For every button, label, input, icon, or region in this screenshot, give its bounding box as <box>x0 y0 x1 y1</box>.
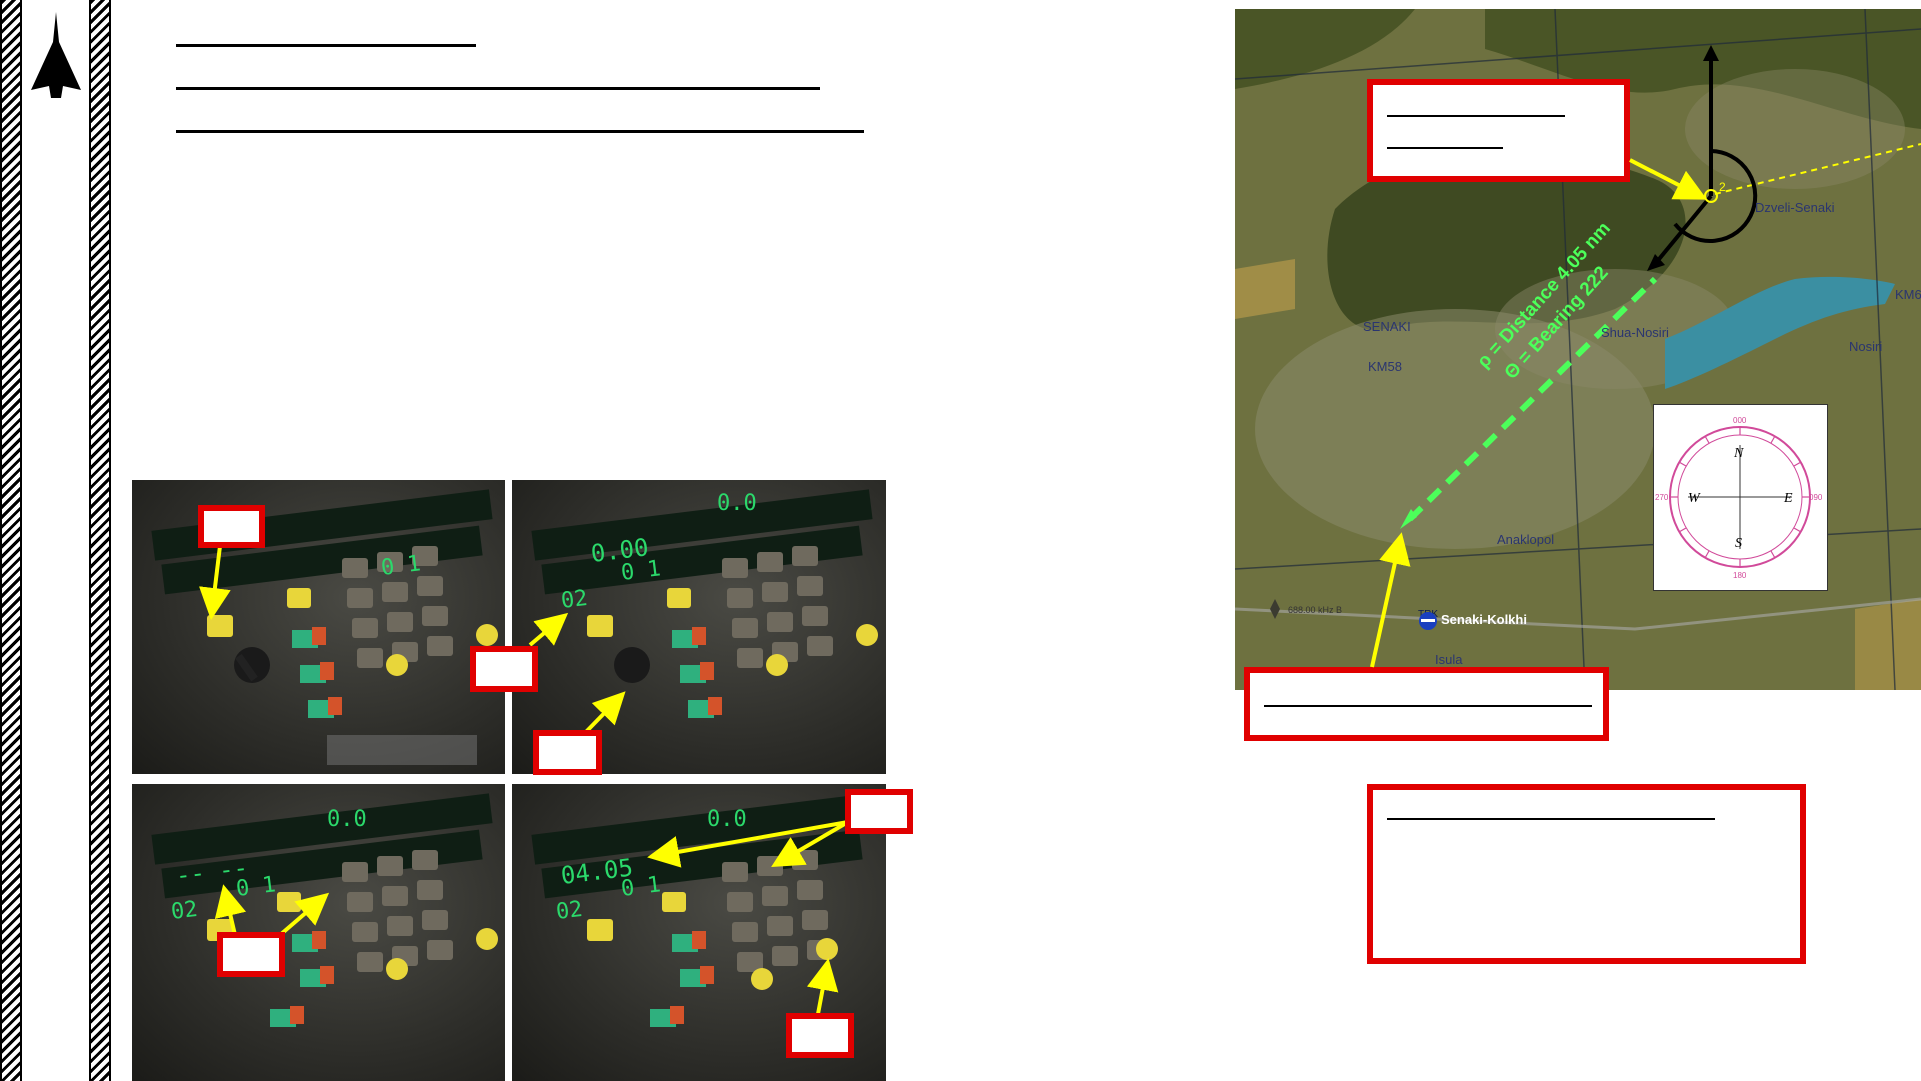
place-label: Nosiri <box>1849 339 1882 354</box>
lcd-bottom-right: 0 1 <box>620 556 663 586</box>
place-label: Isula <box>1435 652 1463 667</box>
callout-box-6 <box>786 1013 854 1058</box>
callout-waypoint <box>1367 79 1630 182</box>
panel-art-3: 0.0 -- -- 0 1 02 <box>151 793 498 1027</box>
sidebar-stripe-right <box>89 0 111 1081</box>
callout-origin <box>1244 667 1609 741</box>
callout-box-3 <box>533 730 602 775</box>
compass-w: W <box>1688 491 1701 506</box>
place-label: Anaklopol <box>1497 532 1554 547</box>
place-label: KM6 <box>1895 287 1921 302</box>
lcd-bottom-left: 02 <box>560 586 589 614</box>
waypoint-number: 2 <box>1719 180 1726 194</box>
compass-s: S <box>1735 536 1742 551</box>
compass-e: E <box>1783 491 1793 506</box>
airfield-label: Senaki-Kolkhi <box>1441 612 1527 627</box>
callout-box-5 <box>845 789 913 834</box>
compass-tick: 180 <box>1733 571 1747 580</box>
lcd-bottom-right: 0 1 <box>235 872 278 902</box>
lcd-bottom-left: 02 <box>170 897 199 925</box>
lcd-bottom-right: 0 1 <box>620 872 663 902</box>
compass-tick: 000 <box>1733 416 1747 425</box>
lcd-top-right: 0.0 <box>717 491 757 516</box>
keypad-panel-3: 0.0 -- -- 0 1 02 <box>132 784 505 1081</box>
title-rule-2 <box>176 87 820 90</box>
title-rule-3 <box>176 130 864 133</box>
place-label: SENAKI <box>1363 319 1411 334</box>
lcd-top-right: 0.0 <box>707 807 747 832</box>
callout-box-2 <box>470 646 538 692</box>
title-rule-1 <box>176 44 476 47</box>
callout-box-1 <box>198 505 265 548</box>
lcd-bottom-right: 0 1 <box>380 551 423 581</box>
keypad-panel-1: 0 1 <box>132 480 505 774</box>
compass-n: N <box>1733 446 1744 461</box>
lcd-bottom-left: 02 <box>555 897 584 925</box>
place-label: Dzveli-Senaki <box>1755 200 1835 215</box>
place-label: Shua-Nosiri <box>1601 325 1669 340</box>
place-label: KM58 <box>1368 359 1402 374</box>
lcd-top-right: 0.0 <box>327 807 367 832</box>
beacon-label: 688.00 kHz B <box>1288 605 1342 615</box>
jet-silhouette-icon <box>29 12 84 102</box>
panel-art-1: 0 1 <box>151 489 498 765</box>
sidebar-stripe-left <box>0 0 22 1081</box>
callout-box-4 <box>217 932 285 977</box>
callout-notes <box>1367 784 1806 964</box>
compass-tick: 270 <box>1655 493 1669 502</box>
compass-tick: 090 <box>1809 493 1823 502</box>
compass-rose: N E S W 000 090 180 270 <box>1653 404 1828 591</box>
